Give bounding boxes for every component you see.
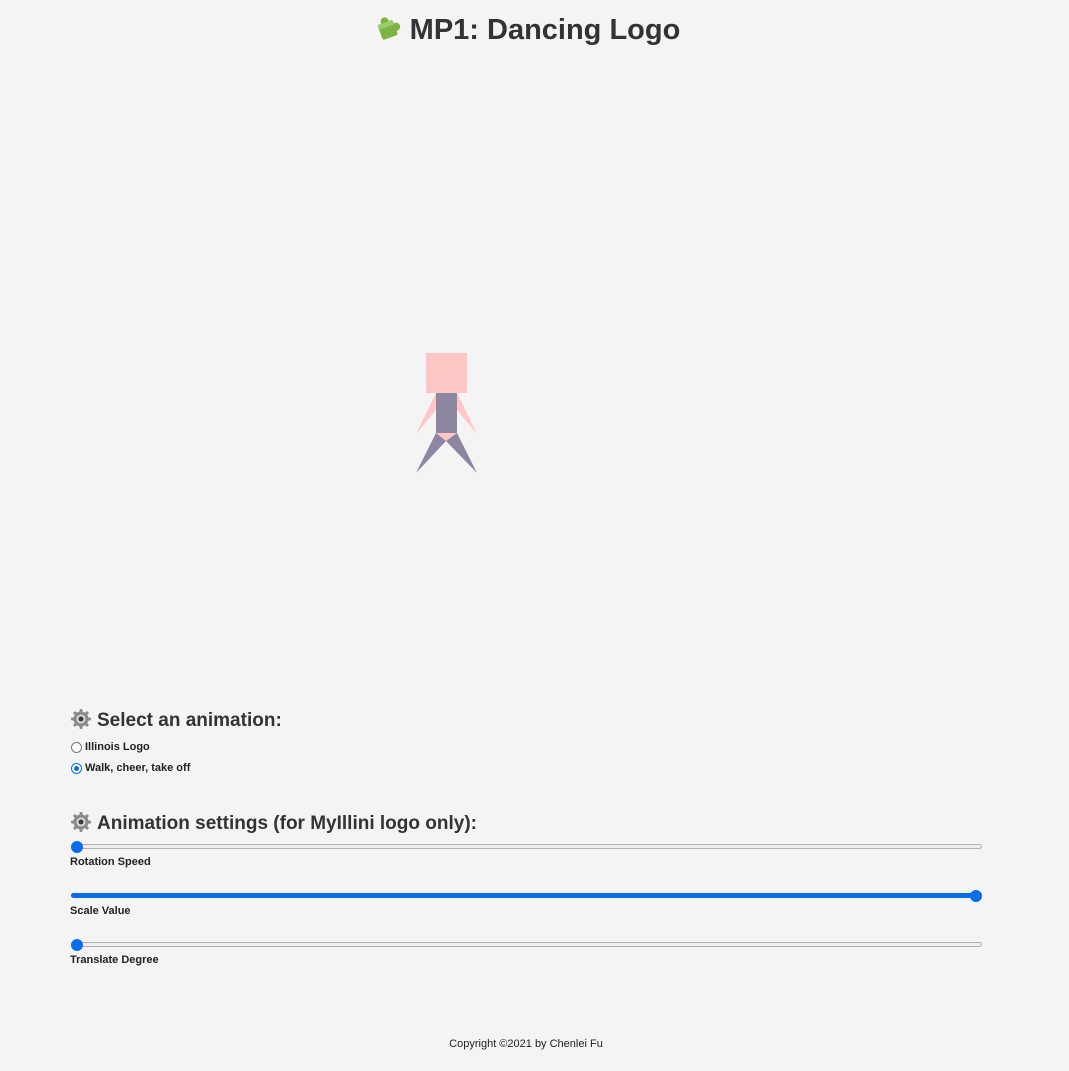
radio-option-walk-cheer-take-off[interactable]: Walk, cheer, take off	[71, 761, 190, 775]
dancing-figure	[416, 353, 477, 473]
slider-thumb[interactable]	[970, 890, 982, 902]
puzzle-piece-icon	[372, 13, 402, 52]
page-title-text: MP1: Dancing Logo	[409, 14, 681, 46]
figure-head	[426, 353, 467, 393]
figure-torso	[436, 393, 457, 433]
gear-icon	[70, 811, 92, 840]
translate-degree-slider[interactable]	[71, 938, 982, 952]
translate-degree-label: Translate Degree	[70, 954, 159, 966]
slider-track[interactable]	[71, 844, 982, 849]
rotation-speed-label: Rotation Speed	[70, 856, 151, 868]
figure-left-arm	[416, 393, 436, 434]
gear-icon	[70, 708, 92, 737]
radio-label-illinois-logo[interactable]: Illinois Logo	[85, 740, 150, 754]
animation-settings-heading: Animation settings (for MyIllini logo on…	[70, 811, 477, 840]
slider-fill	[71, 893, 976, 898]
scale-value-slider[interactable]	[71, 889, 982, 903]
radio-option-illinois-logo[interactable]: Illinois Logo	[71, 740, 150, 754]
scale-value-label: Scale Value	[70, 905, 131, 917]
page-title: MP1: Dancing Logo	[0, 12, 1052, 52]
slider-thumb[interactable]	[71, 939, 83, 951]
radio-button-walk-cheer-take-off[interactable]	[71, 762, 82, 774]
figure-right-leg	[446, 433, 477, 473]
rotation-speed-slider[interactable]	[71, 840, 982, 854]
animation-settings-heading-text: Animation settings (for MyIllini logo on…	[97, 813, 477, 834]
figure-right-arm	[457, 393, 477, 434]
footer-copyright: Copyright ©2021 by Chenlei Fu	[449, 1038, 603, 1050]
figure-left-leg	[416, 433, 446, 473]
slider-track[interactable]	[71, 942, 982, 947]
radio-label-walk-cheer-take-off[interactable]: Walk, cheer, take off	[85, 761, 190, 775]
animation-canvas	[70, 70, 982, 690]
select-animation-heading: Select an animation:	[70, 708, 282, 737]
radio-button-illinois-logo[interactable]	[71, 741, 82, 753]
select-animation-heading-text: Select an animation:	[97, 710, 282, 731]
slider-thumb[interactable]	[71, 841, 83, 853]
